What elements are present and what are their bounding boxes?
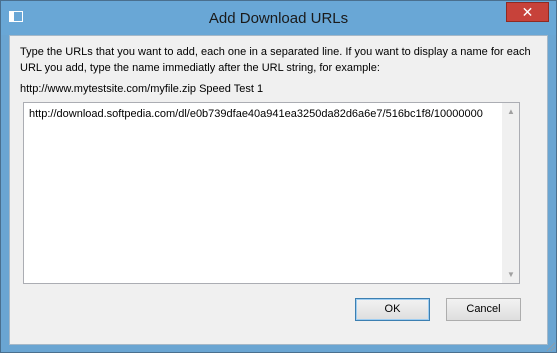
example-url-text: http://www.mytestsite.com/myfile.zip Spe… <box>20 83 264 95</box>
dialog-window: Add Download URLs ✕ Type the URLs that y… <box>0 0 557 353</box>
ok-button[interactable]: OK <box>355 298 430 321</box>
vertical-scrollbar[interactable]: ▲ ▼ <box>502 103 519 283</box>
instructions-text: Type the URLs that you want to add, each… <box>20 46 531 74</box>
scroll-up-arrow-icon[interactable]: ▲ <box>503 103 519 120</box>
close-icon: ✕ <box>521 4 534 20</box>
close-button[interactable]: ✕ <box>506 2 549 22</box>
window-title: Add Download URLs <box>208 10 349 27</box>
urls-textarea[interactable]: http://download.softpedia.com/dl/e0b739d… <box>23 102 520 284</box>
title-bar[interactable]: Add Download URLs ✕ <box>1 1 556 35</box>
urls-textarea-value: http://download.softpedia.com/dl/e0b739d… <box>29 108 483 120</box>
resize-grip-icon[interactable] <box>545 341 555 351</box>
scroll-down-arrow-icon[interactable]: ▼ <box>503 266 519 283</box>
cancel-button[interactable]: Cancel <box>446 298 521 321</box>
